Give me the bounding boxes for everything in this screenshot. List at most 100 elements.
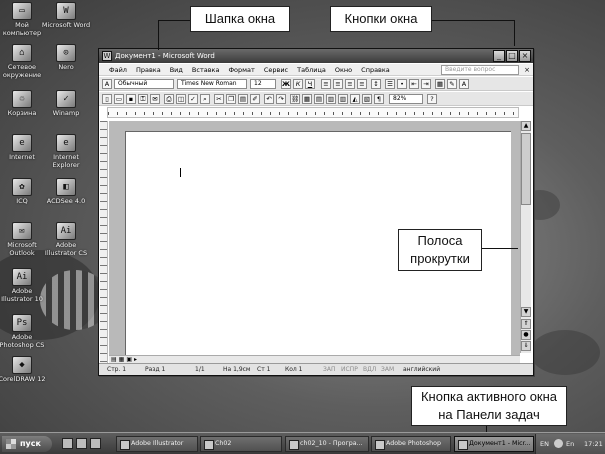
help-question-input[interactable]: Введите вопрос	[441, 65, 519, 75]
drawing-icon[interactable]: ◭	[350, 94, 360, 104]
desktop-icon-label: Microsoft Outlook	[7, 241, 37, 257]
help-icon[interactable]: ?	[427, 94, 437, 104]
previous-page-icon[interactable]: ⇑	[521, 319, 531, 329]
italic-button[interactable]: К	[293, 79, 303, 89]
new-document-icon[interactable]: ▯	[102, 94, 112, 104]
bold-button[interactable]: Ж	[281, 79, 291, 89]
research-icon[interactable]: ⌕	[200, 94, 210, 104]
quicklaunch-desktop-icon[interactable]	[62, 438, 73, 449]
maximize-button[interactable]: □	[506, 50, 518, 62]
underline-button[interactable]: Ч	[305, 79, 315, 89]
style-select[interactable]: Обычный	[114, 79, 174, 89]
quicklaunch-explorer-icon[interactable]	[76, 438, 87, 449]
print-preview-icon[interactable]: ◫	[176, 94, 186, 104]
word-app-icon[interactable]: W	[102, 51, 112, 61]
browse-object-icon[interactable]: ●	[521, 330, 531, 340]
font-select[interactable]: Times New Roman	[177, 79, 247, 89]
numbering-icon[interactable]: ☰	[385, 79, 395, 89]
increase-indent-icon[interactable]: ⇥	[421, 79, 431, 89]
borders-icon[interactable]: ▦	[435, 79, 445, 89]
spelling-icon[interactable]: ✓	[188, 94, 198, 104]
desktop-icon-label: Adobe Illustrator 10	[1, 287, 43, 303]
format-painter-icon[interactable]: ✐	[250, 94, 260, 104]
save-icon[interactable]: ▪	[126, 94, 136, 104]
scroll-down-arrow-icon[interactable]: ▼	[521, 307, 531, 317]
status-record[interactable]: ЗАП	[323, 364, 335, 375]
menu-item-tools[interactable]: Сервис	[264, 64, 288, 75]
vertical-scrollbar[interactable]: ▲ ▼ ⇑ ● ⇓	[520, 121, 531, 353]
decrease-indent-icon[interactable]: ⇤	[409, 79, 419, 89]
align-left-icon[interactable]: ≡	[321, 79, 331, 89]
align-right-icon[interactable]: ≡	[345, 79, 355, 89]
desktop-icon-internet-explorer[interactable]: e Internet Explorer	[40, 134, 92, 169]
task-button-word-active[interactable]: Документ1 - Micr...	[454, 436, 534, 452]
menu-item-edit[interactable]: Правка	[136, 64, 161, 75]
scroll-up-arrow-icon[interactable]: ▲	[521, 121, 531, 131]
zoom-select[interactable]: 82%	[389, 94, 423, 104]
menu-item-insert[interactable]: Вставка	[192, 64, 220, 75]
desktop-icon-coreldraw[interactable]: ◆ CorelDRAW 12	[0, 356, 48, 384]
columns-icon[interactable]: ▥	[338, 94, 348, 104]
desktop-icon-illustrator-10[interactable]: Ai Adobe Illustrator 10	[0, 268, 48, 303]
justify-icon[interactable]: ≡	[357, 79, 367, 89]
email-icon[interactable]: ✉	[150, 94, 160, 104]
window-title-bar[interactable]: W Документ1 - Microsoft Word _ □ ×	[99, 49, 533, 63]
status-extend[interactable]: ВДЛ	[363, 364, 376, 375]
desktop-icon-word[interactable]: W Microsoft Word	[40, 2, 92, 30]
minimize-button[interactable]: _	[493, 50, 505, 62]
redo-icon[interactable]: ↷	[276, 94, 286, 104]
align-center-icon[interactable]: ≡	[333, 79, 343, 89]
horizontal-ruler[interactable]	[107, 107, 519, 118]
hyperlink-icon[interactable]: ⛓	[290, 94, 300, 104]
paste-icon[interactable]: ▤	[238, 94, 248, 104]
desktop-icon-illustrator-cs[interactable]: Ai Adobe Illustrator CS	[40, 222, 92, 257]
font-size-select[interactable]: 12	[250, 79, 276, 89]
desktop-icon-label: Сетевое окружение	[2, 63, 42, 79]
open-icon[interactable]: ▭	[114, 94, 124, 104]
status-overtype[interactable]: ЗАМ	[381, 364, 394, 375]
permission-icon[interactable]: ⚿	[138, 94, 148, 104]
bullets-icon[interactable]: •	[397, 79, 407, 89]
task-button-ch02-10[interactable]: ch02_10 - Програ...	[285, 436, 369, 452]
font-color-icon[interactable]: A	[459, 79, 469, 89]
language-indicator[interactable]: EN	[540, 434, 549, 454]
menu-item-format[interactable]: Формат	[228, 64, 254, 75]
task-button-illustrator[interactable]: Adobe Illustrator	[116, 436, 198, 452]
scroll-thumb[interactable]	[521, 133, 531, 205]
close-button[interactable]: ×	[519, 50, 531, 62]
undo-icon[interactable]: ↶	[264, 94, 274, 104]
tray-app-icon[interactable]	[554, 439, 563, 448]
print-icon[interactable]: ⎙	[164, 94, 174, 104]
menu-item-help[interactable]: Справка	[361, 64, 390, 75]
desktop-icon-winamp[interactable]: ✓ Winamp	[40, 90, 92, 118]
document-close-button[interactable]: ×	[524, 64, 530, 76]
menu-item-view[interactable]: Вид	[170, 64, 183, 75]
highlight-icon[interactable]: ✎	[447, 79, 457, 89]
status-track-changes[interactable]: ИСПР	[341, 364, 358, 375]
cut-icon[interactable]: ✂	[214, 94, 224, 104]
show-hide-icon[interactable]: ¶	[374, 94, 384, 104]
insert-table-icon[interactable]: ▤	[314, 94, 324, 104]
copy-icon[interactable]: ❐	[226, 94, 236, 104]
task-button-ch02[interactable]: Ch02	[200, 436, 282, 452]
next-page-icon[interactable]: ⇓	[521, 341, 531, 351]
vertical-ruler[interactable]	[100, 121, 108, 371]
menu-item-file[interactable]: Файл	[109, 64, 127, 75]
clock[interactable]: 17:21	[584, 434, 603, 454]
desktop-icon-nero[interactable]: ⊙ Nero	[40, 44, 92, 72]
network-icon: ⌂	[12, 44, 32, 62]
tables-borders-icon[interactable]: ▦	[302, 94, 312, 104]
menu-item-window[interactable]: Окно	[335, 64, 352, 75]
line-spacing-icon[interactable]: ↕	[371, 79, 381, 89]
desktop-icon-acdsee[interactable]: ◧ ACDSee 4.0	[40, 178, 92, 206]
styles-pane-icon[interactable]: A	[102, 79, 112, 89]
desktop-icon-photoshop[interactable]: Ps Adobe Photoshop CS	[0, 314, 48, 349]
computer-icon: ▭	[12, 2, 32, 20]
insert-excel-icon[interactable]: ▥	[326, 94, 336, 104]
document-map-icon[interactable]: ▧	[362, 94, 372, 104]
menu-item-table[interactable]: Таблица	[297, 64, 326, 75]
keyboard-layout-indicator[interactable]: En	[566, 434, 574, 454]
task-button-photoshop[interactable]: Adobe Photoshop	[371, 436, 451, 452]
start-button[interactable]: пуск	[2, 436, 52, 452]
quicklaunch-media-icon[interactable]	[90, 438, 101, 449]
